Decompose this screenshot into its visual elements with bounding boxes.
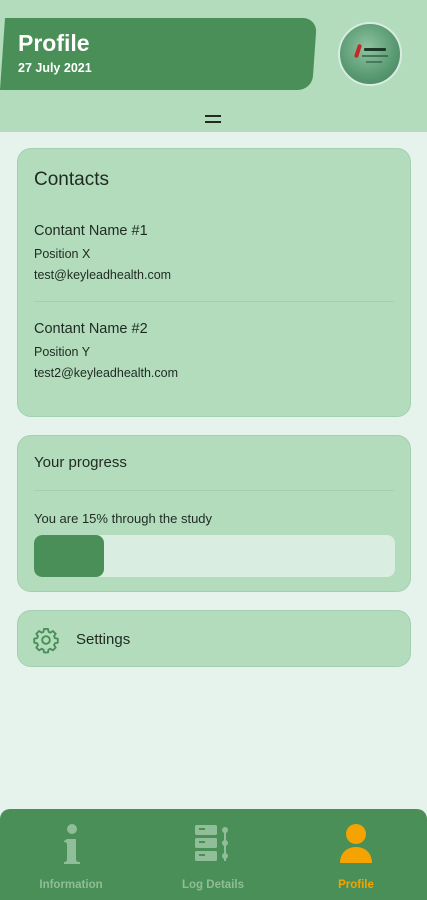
log-icon [195, 825, 228, 861]
divider [34, 301, 394, 302]
progress-card: Your progress You are 15% through the st… [17, 435, 411, 592]
nav-item-log-details[interactable]: Log Details [142, 809, 284, 900]
contact-position: Position Y [34, 345, 91, 359]
info-icon [64, 824, 80, 864]
nav-label-profile: Profile [338, 879, 374, 891]
progress-text: You are 15% through the study [34, 511, 213, 526]
progress-bar-fill [34, 535, 105, 577]
contact-email[interactable]: test2@keyleadhealth.com [34, 366, 178, 380]
header: Profile 27 July 2021 [0, 0, 427, 132]
drag-handle-icon[interactable] [205, 115, 221, 123]
progress-title: Your progress [34, 454, 127, 471]
progress-bar [34, 535, 395, 577]
nav-item-profile[interactable]: Profile [285, 809, 427, 900]
contact-name: Contant Name #1 [34, 223, 148, 239]
contact-position: Position X [34, 247, 91, 261]
page-title: Profile [18, 30, 90, 56]
gear-icon [33, 627, 59, 654]
title-block: Profile 27 July 2021 [18, 30, 92, 75]
page-date: 27 July 2021 [18, 61, 92, 75]
contact-item: Contant Name #1 Position X test@keyleadh… [34, 223, 171, 282]
avatar[interactable] [338, 22, 402, 86]
nav-item-information[interactable]: Information [0, 809, 142, 900]
contacts-card: Contacts Contant Name #1 Position X test… [17, 148, 411, 417]
contact-name: Contant Name #2 [34, 321, 148, 337]
divider [34, 490, 394, 491]
nav-label-information: Information [39, 879, 103, 891]
contact-item: Contant Name #2 Position Y test2@keylead… [34, 321, 178, 380]
settings-label: Settings [76, 631, 131, 648]
nav-label-log-details: Log Details [182, 879, 244, 891]
person-icon [340, 824, 372, 863]
contact-email[interactable]: test@keyleadhealth.com [34, 268, 171, 282]
settings-button[interactable]: Settings [17, 610, 411, 667]
contacts-title: Contacts [34, 169, 109, 190]
bottom-nav: Information Log Details Profile [0, 809, 427, 900]
